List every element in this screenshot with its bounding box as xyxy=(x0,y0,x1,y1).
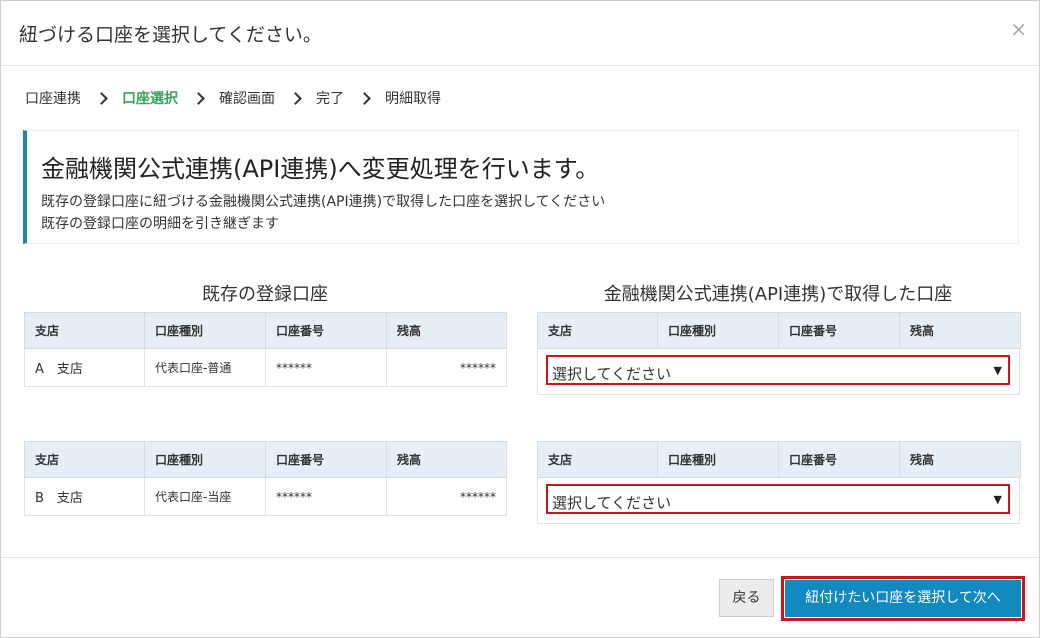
column-header: 残高 xyxy=(386,441,507,478)
step-complete: 完了 xyxy=(316,91,344,107)
column-header: 口座番号 xyxy=(778,441,900,478)
api-account-select[interactable]: 選択してください ▼ xyxy=(546,484,1010,514)
column-header: 口座種別 xyxy=(657,312,779,349)
step-breadcrumb: 口座連携 口座選択 確認画面 完了 明細取得 xyxy=(25,87,441,109)
notice-line-1: 既存の登録口座に紐づける金融機関公式連携(API連携)で取得した口座を選択してく… xyxy=(41,194,606,210)
chevron-right-icon xyxy=(358,91,371,105)
column-header: 支店 xyxy=(537,441,658,478)
modal-dialog: 紐づける口座を選択してください。 × 口座連携 口座選択 確認画面 完了 明細取… xyxy=(0,0,1040,638)
chevron-right-icon xyxy=(95,91,108,105)
notice-box: 金融機関公式連携(API連携)へ変更処理を行います。 既存の登録口座に紐づける金… xyxy=(23,130,1019,244)
select-row: 選択してください ▼ xyxy=(537,478,1020,524)
api-account-table-b: 支店 口座種別 口座番号 残高 xyxy=(537,441,1021,478)
modal-title: 紐づける口座を選択してください。 xyxy=(19,24,322,46)
step-fetch-statement: 明細取得 xyxy=(385,91,441,107)
table-row: B 支店 代表口座-当座 ****** ****** xyxy=(24,477,507,516)
footer-divider xyxy=(1,557,1039,558)
select-placeholder: 選択してください xyxy=(552,494,672,512)
next-button[interactable]: 紐付けたい口座を選択して次へ xyxy=(785,580,1021,617)
balance-cell: ****** xyxy=(386,348,507,387)
dropdown-arrow-icon: ▼ xyxy=(993,364,1002,377)
column-header: 残高 xyxy=(386,312,507,349)
column-header: 口座番号 xyxy=(778,312,900,349)
notice-title: 金融機関公式連携(API連携)へ変更処理を行います。 xyxy=(41,155,600,183)
branch-cell: A 支店 xyxy=(24,348,145,387)
existing-accounts-heading: 既存の登録口座 xyxy=(202,284,328,305)
column-header: 口座種別 xyxy=(657,441,779,478)
column-header: 口座番号 xyxy=(265,441,387,478)
branch-cell: B 支店 xyxy=(24,477,145,516)
column-header: 口座種別 xyxy=(144,441,266,478)
step-account-select: 口座選択 xyxy=(122,91,178,107)
select-row: 選択してください ▼ xyxy=(537,349,1020,395)
column-header: 残高 xyxy=(899,312,1021,349)
table-header-row: 支店 口座種別 口座番号 残高 xyxy=(537,312,1021,349)
account-number-cell: ****** xyxy=(265,477,387,516)
existing-account-table-a: 支店 口座種別 口座番号 残高 A 支店 代表口座-普通 ****** ****… xyxy=(24,312,507,387)
column-header: 口座種別 xyxy=(144,312,266,349)
account-number-cell: ****** xyxy=(265,348,387,387)
step-confirm: 確認画面 xyxy=(219,91,275,107)
column-header: 残高 xyxy=(899,441,1021,478)
existing-account-table-b: 支店 口座種別 口座番号 残高 B 支店 代表口座-当座 ****** ****… xyxy=(24,441,507,516)
account-type-cell: 代表口座-当座 xyxy=(144,477,266,516)
table-row: A 支店 代表口座-普通 ****** ****** xyxy=(24,348,507,387)
table-header-row: 支店 口座種別 口座番号 残高 xyxy=(24,312,507,349)
dropdown-arrow-icon: ▼ xyxy=(993,493,1002,506)
column-header: 支店 xyxy=(24,312,145,349)
column-header: 支店 xyxy=(24,441,145,478)
account-type-cell: 代表口座-普通 xyxy=(144,348,266,387)
table-header-row: 支店 口座種別 口座番号 残高 xyxy=(537,441,1021,478)
table-header-row: 支店 口座種別 口座番号 残高 xyxy=(24,441,507,478)
column-header: 支店 xyxy=(537,312,658,349)
modal-header: 紐づける口座を選択してください。 × xyxy=(1,1,1039,66)
chevron-right-icon xyxy=(289,91,302,105)
back-button[interactable]: 戻る xyxy=(719,579,774,617)
close-icon[interactable]: × xyxy=(1010,19,1027,39)
column-header: 口座番号 xyxy=(265,312,387,349)
api-accounts-heading: 金融機関公式連携(API連携)で取得した口座 xyxy=(603,284,953,305)
balance-cell: ****** xyxy=(386,477,507,516)
step-account-link: 口座連携 xyxy=(25,91,81,107)
notice-line-2: 既存の登録口座の明細を引き継ぎます xyxy=(41,216,279,232)
next-button-highlight: 紐付けたい口座を選択して次へ xyxy=(781,576,1025,621)
api-account-select[interactable]: 選択してください ▼ xyxy=(546,355,1010,385)
select-placeholder: 選択してください xyxy=(552,365,672,383)
chevron-right-icon xyxy=(192,91,205,105)
api-account-table-a: 支店 口座種別 口座番号 残高 xyxy=(537,312,1021,349)
